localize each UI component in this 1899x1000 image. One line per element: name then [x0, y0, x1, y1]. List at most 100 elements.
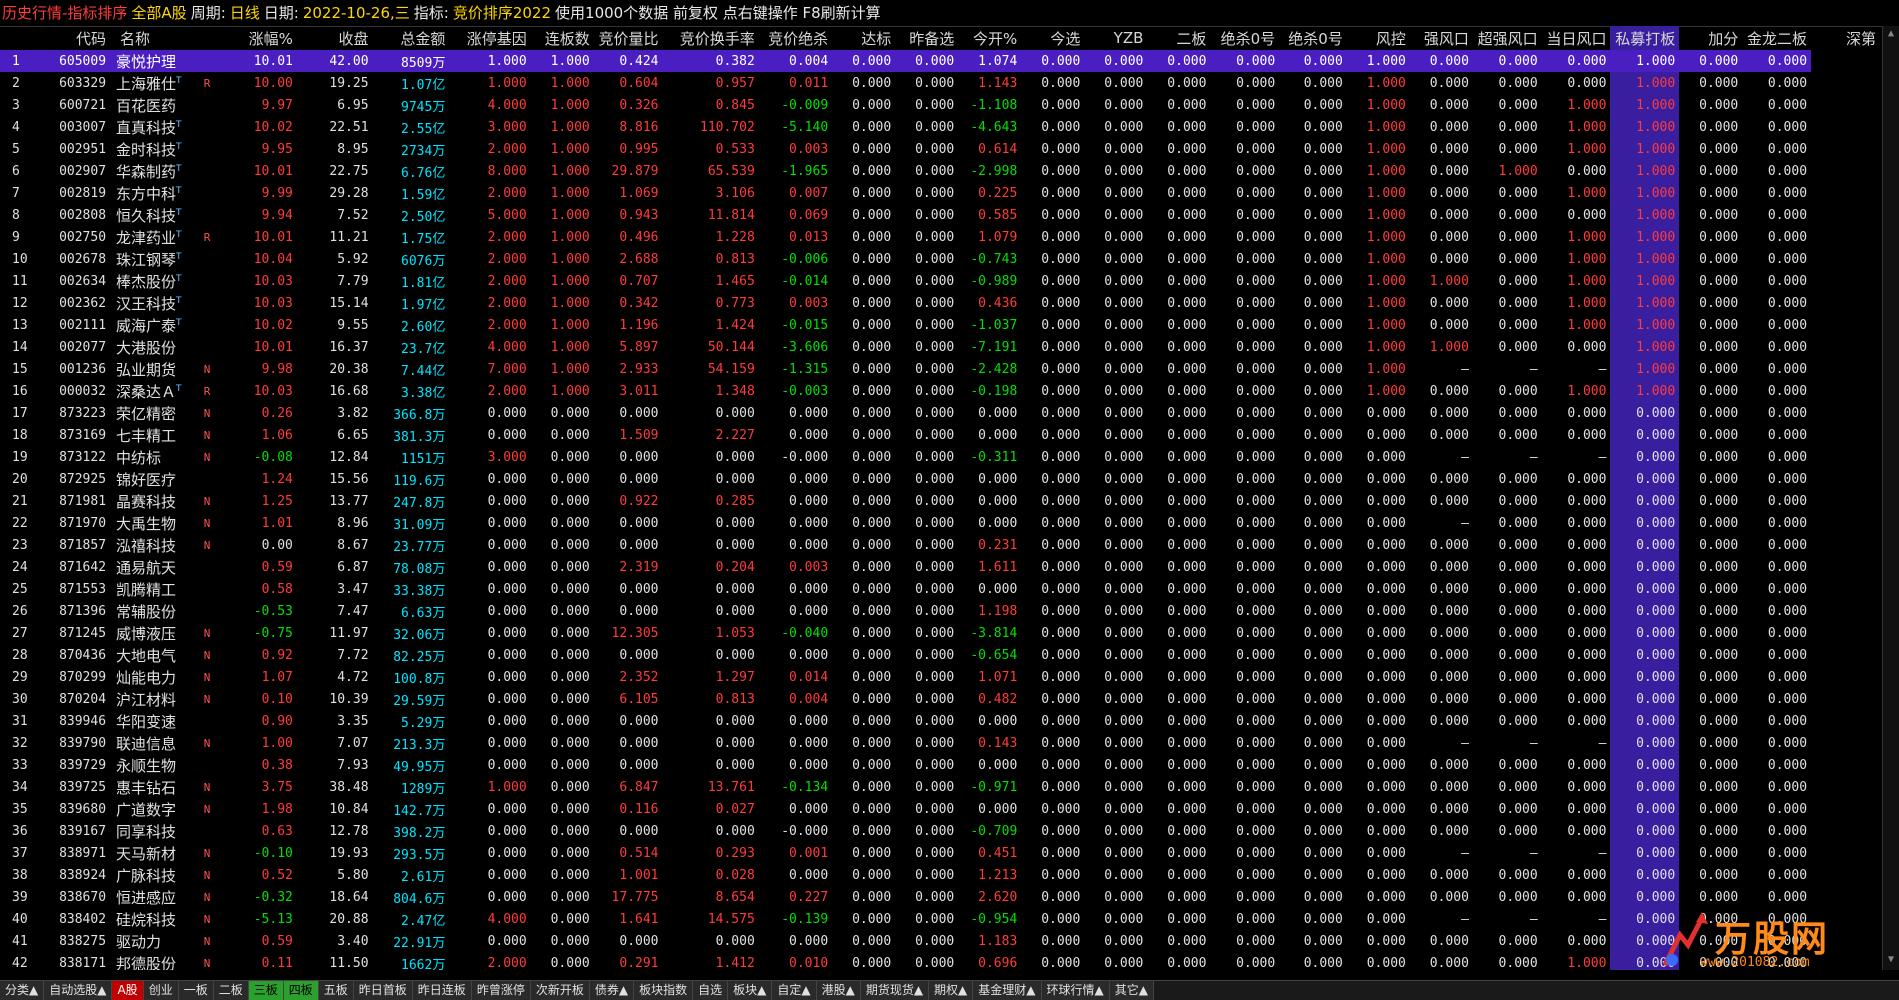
table-row[interactable]: 32 839790 联迪信息 N 1.00 7.07 213.3万 0.000 0.000 0.0…	[0, 732, 1880, 754]
column-header[interactable]: 今选	[1021, 26, 1084, 50]
tab-14[interactable]: 债券▲	[589, 981, 635, 1000]
tab-5[interactable]: 一板	[178, 981, 214, 1000]
column-header[interactable]: 代码	[44, 26, 110, 50]
column-header[interactable]: 金龙二板	[1742, 26, 1811, 50]
table-row[interactable]: 12 002362 汉王科技T 10.03 15.14 1.97亿 2.000 1.000 0.…	[0, 292, 1880, 314]
tab-22[interactable]: 基金理财▲	[973, 981, 1042, 1000]
tab-16[interactable]: 自选	[693, 981, 729, 1000]
column-header[interactable]: 二板	[1147, 26, 1210, 50]
column-header[interactable]: 深第	[1811, 26, 1880, 50]
tab-17[interactable]: 板块▲	[728, 981, 773, 1000]
tab-20[interactable]: 期货现货▲	[860, 981, 930, 1000]
table-row[interactable]: 19 873122 中纺标 N -0.08 12.84 1151万 3.000 0.000 0.0…	[0, 446, 1880, 468]
column-header[interactable]: 达标	[832, 26, 895, 50]
column-header[interactable]: 名称	[110, 26, 202, 50]
tab-11[interactable]: 昨日连板	[412, 981, 472, 1000]
column-header[interactable]: YZB	[1084, 26, 1147, 50]
table-row[interactable]: 40 838402 硅烷科技 N -5.13 20.88 2.47亿 4.000 0.000 1.…	[0, 908, 1880, 930]
column-header[interactable]: 涨停基因	[449, 26, 530, 50]
table-row[interactable]: 42 838171 邦德股份 N 0.11 11.50 1662万 2.000 0.000 0.2…	[0, 952, 1880, 970]
table-row[interactable]: 24 871642 通易航天 0.59 6.87 78.08万 0.000 0.000 2.31…	[0, 556, 1880, 578]
table-row[interactable]: 11 002634 棒杰股份T 10.03 7.79 1.81亿 2.000 1.000 0.7…	[0, 270, 1880, 292]
column-header[interactable]: 涨幅%	[225, 26, 297, 50]
column-header[interactable]: 竞价量比	[594, 26, 663, 50]
table-row[interactable]: 34 839725 惠丰钻石 N 3.75 38.48 1289万 1.000 0.000 6.8…	[0, 776, 1880, 798]
table-row[interactable]: 2 603329 上海雅仕T R 10.00 19.25 1.07亿 1.000 1.000 0.…	[0, 72, 1880, 94]
table-row[interactable]: 30 870204 沪江材料 N 0.10 10.39 29.59万 0.000 0.000 6.…	[0, 688, 1880, 710]
table-row[interactable]: 5 002951 金时科技T 9.95 8.95 2734万 2.000 1.000 0.995…	[0, 138, 1880, 160]
column-header[interactable]: 强风口	[1410, 26, 1473, 50]
table-row[interactable]: 6 002907 华森制药T 10.01 22.75 6.76亿 8.000 1.000 29.…	[0, 160, 1880, 182]
tab-12[interactable]: 昨曾涨停	[471, 981, 531, 1000]
table-row[interactable]: 8 002808 恒久科技T 9.94 7.52 2.50亿 5.000 1.000 0.943…	[0, 204, 1880, 226]
table-row[interactable]: 27 871245 威博液压 N -0.75 11.97 32.06万 0.000 0.000 1…	[0, 622, 1880, 644]
tab-8[interactable]: 四板	[283, 981, 319, 1000]
table-row[interactable]: 3 600721 百花医药 9.97 6.95 9745万 4.000 1.000 0.326 0…	[0, 94, 1880, 116]
table-row[interactable]: 33 839729 永顺生物 0.38 7.93 49.95万 0.000 0.000 0.00…	[0, 754, 1880, 776]
table-row[interactable]: 35 839680 广道数字 N 1.98 10.84 142.7万 0.000 0.000 0.…	[0, 798, 1880, 820]
table-row[interactable]: 18 873169 七丰精工 N 1.06 6.65 381.3万 0.000 0.000 1.5…	[0, 424, 1880, 446]
column-header[interactable]: 超强风口	[1473, 26, 1542, 50]
column-header[interactable]: 绝杀0号	[1210, 26, 1279, 50]
scroll-down-icon[interactable]: ▼	[1885, 954, 1897, 968]
table-row[interactable]: 7 002819 东方中科T 9.99 29.28 1.59亿 2.000 1.000 1.06…	[0, 182, 1880, 204]
table-row[interactable]: 9 002750 龙津药业T R 10.01 11.21 1.75亿 2.000 1.000 0.…	[0, 226, 1880, 248]
table-row[interactable]: 37 838971 天马新材 N -0.10 19.93 293.5万 0.000 0.000 0…	[0, 842, 1880, 864]
column-header[interactable]: 竞价绝杀	[759, 26, 832, 50]
table-row[interactable]: 21 871981 晶赛科技 N 1.25 13.77 247.8万 0.000 0.000 0.…	[0, 490, 1880, 512]
table-row[interactable]: 4 003007 直真科技T 10.02 22.51 2.55亿 3.000 1.000 8.8…	[0, 116, 1880, 138]
vertical-scrollbar[interactable]: ▲ ▼	[1882, 26, 1899, 970]
tab-23[interactable]: 环球行情▲	[1041, 981, 1110, 1000]
tab-10[interactable]: 昨日首板	[353, 981, 413, 1000]
table-row[interactable]: 23 871857 泓禧科技 N 0.00 8.67 23.77万 0.000 0.000 0.0…	[0, 534, 1880, 556]
tab-15[interactable]: 板块指数	[634, 981, 694, 1000]
tab-19[interactable]: 港股▲	[816, 981, 861, 1000]
column-header[interactable]: 收盘	[297, 26, 373, 50]
column-header[interactable]: 加分	[1679, 26, 1742, 50]
column-header[interactable]: 绝杀0号	[1279, 26, 1347, 50]
table-row[interactable]: 15 001236 弘业期货 N 9.98 20.38 7.44亿 7.000 1.000 2.9…	[0, 358, 1880, 380]
table-row[interactable]: 20 872925 锦好医疗 1.24 15.56 119.6万 0.000 0.000 0.0…	[0, 468, 1880, 490]
scroll-up-icon[interactable]: ▲	[1885, 28, 1897, 42]
indicator-cell: 0.007	[789, 185, 829, 201]
column-header[interactable]	[202, 26, 225, 50]
column-header[interactable]: 私募打板	[1610, 26, 1680, 50]
table-row[interactable]: 29 870299 灿能电力 N 1.07 4.72 100.8万 0.000 0.000 2.3…	[0, 666, 1880, 688]
stock-grid[interactable]: 代码 名称 涨幅% 收盘 总金额 涨停基因 连板数 竞价量比 竞价换手率 竞价绝杀 达标 昨备选 今开%…	[0, 26, 1880, 970]
column-header[interactable]: 今开%	[958, 26, 1021, 50]
tab-21[interactable]: 期权▲	[929, 981, 974, 1000]
tab-4[interactable]: 创业	[143, 981, 179, 1000]
column-header[interactable]: 昨备选	[895, 26, 958, 50]
tab-2[interactable]: 自动选股▲	[44, 981, 113, 1000]
table-row[interactable]: 26 871396 常辅股份 -0.53 7.47 6.63万 0.000 0.000 0.00…	[0, 600, 1880, 622]
tab-9[interactable]: 五板	[318, 981, 354, 1000]
tab-1[interactable]: 分类▲	[0, 981, 45, 1000]
table-row[interactable]: 10 002678 珠江钢琴T 10.04 5.92 6076万 2.000 1.000 2.6…	[0, 248, 1880, 270]
column-header[interactable]: 风控	[1347, 26, 1410, 50]
table-row[interactable]: 17 873223 荣亿精密 N 0.26 3.82 366.8万 0.000 0.000 0.0…	[0, 402, 1880, 424]
table-row[interactable]: 16 000032 深桑达ＡT R 10.03 16.68 3.38亿 2.000 1.000 3…	[0, 380, 1880, 402]
stock-name-text: 上海雅仕	[116, 74, 177, 93]
table-row[interactable]: 39 838670 恒进感应 N -0.32 18.64 804.6万 0.000 0.000 1…	[0, 886, 1880, 908]
column-header[interactable]: 当日风口	[1542, 26, 1611, 50]
tab-6[interactable]: 二板	[213, 981, 249, 1000]
tab-18[interactable]: 自定▲	[772, 981, 817, 1000]
table-row[interactable]: 13 002111 威海广泰T 10.02 9.55 2.60亿 2.000 1.000 1.1…	[0, 314, 1880, 336]
column-header[interactable]	[0, 26, 44, 50]
table-row[interactable]: 41 838275 驱动力 N 0.59 3.40 22.91万 0.000 0.000 0.00…	[0, 930, 1880, 952]
tab-7[interactable]: 三板	[248, 981, 284, 1000]
table-row[interactable]: 28 870436 大地电气 N 0.92 7.72 82.25万 0.000 0.000 0.0…	[0, 644, 1880, 666]
column-header[interactable]: 竞价换手率	[663, 26, 759, 50]
table-row[interactable]: 14 002077 大港股份 10.01 16.37 23.7亿 4.000 1.000 5.8…	[0, 336, 1880, 358]
table-row[interactable]: 1 605009 豪悦护理 10.01 42.00 8509万 1.000 1.000 0.42…	[0, 50, 1880, 72]
table-row[interactable]: 25 871553 凯腾精工 0.58 3.47 33.38万 0.000 0.000 0.00…	[0, 578, 1880, 600]
table-row[interactable]: 31 839946 华阳变速 0.90 3.35 5.29万 0.000 0.000 0.000…	[0, 710, 1880, 732]
column-header[interactable]: 连板数	[531, 26, 594, 50]
table-row[interactable]: 36 839167 同享科技 0.63 12.78 398.2万 0.000 0.000 0.0…	[0, 820, 1880, 842]
tab-24[interactable]: 其它▲	[1109, 981, 1154, 1000]
table-row[interactable]: 38 838924 广脉科技 N 0.52 5.80 2.61万 0.000 0.000 1.00…	[0, 864, 1880, 886]
tab-3[interactable]: A股	[112, 981, 144, 1000]
tab-13[interactable]: 次新开板	[530, 981, 590, 1000]
table-row[interactable]: 22 871970 大禹生物 N 1.01 8.96 31.09万 0.000 0.000 0.0…	[0, 512, 1880, 534]
column-header[interactable]: 总金额	[373, 26, 450, 50]
